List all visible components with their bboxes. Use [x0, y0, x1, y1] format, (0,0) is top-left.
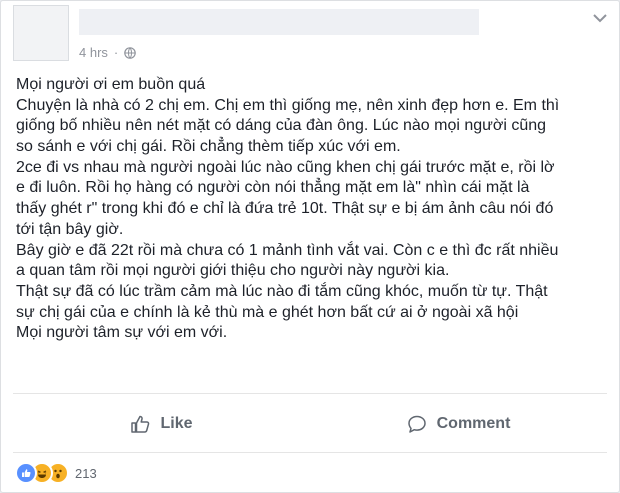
post-text-line: Bây giờ e đã 22t rồi mà chưa có 1 mảnh t…	[16, 241, 559, 259]
author-avatar[interactable]	[13, 5, 69, 61]
post-text-line: sự chị gái của e chính là kẻ thù mà e gh…	[16, 303, 519, 321]
reaction-count[interactable]: 213	[75, 466, 97, 481]
comment-button[interactable]: Comment	[310, 401, 607, 447]
reaction-summary[interactable]: 213	[15, 462, 97, 484]
post-text-line: Mọi người tâm sự với em với.	[16, 324, 228, 342]
post-text-line: tới tận bây giờ.	[16, 220, 124, 238]
post-meta: 4 hrs ·	[79, 45, 137, 60]
author-name-redacted[interactable]	[79, 9, 479, 35]
divider	[13, 452, 607, 453]
meta-separator: ·	[113, 45, 119, 60]
like-button[interactable]: Like	[13, 401, 310, 447]
divider	[13, 393, 607, 394]
post-text-line: Mọi người ơi em buồn quá	[16, 76, 206, 93]
post-text-line: Thật sự đã có lúc trầm cảm mà lúc nào đi…	[16, 282, 548, 300]
post-text-line: 2ce đi vs nhau mà người ngoài lúc nào cũ…	[16, 158, 555, 176]
like-reaction-icon	[15, 462, 37, 484]
post-actions: Like Comment	[13, 401, 607, 447]
like-label: Like	[160, 415, 193, 432]
thumbs-up-icon	[131, 415, 150, 433]
post-text-line: thấy ghét r" trong khi đó e chỉ là đứa t…	[16, 200, 554, 218]
post-text-line: Chuyện là nhà có 2 chị em. Chị em thì gi…	[16, 96, 560, 114]
chevron-down-icon[interactable]	[593, 13, 607, 23]
globe-icon[interactable]	[124, 46, 137, 59]
speech-bubble-icon	[407, 415, 426, 433]
post-text-line: so sánh e với chị gái. Rồi chẳng thèm ti…	[16, 138, 401, 156]
comment-label: Comment	[436, 415, 511, 432]
post-timestamp[interactable]: 4 hrs	[79, 45, 108, 60]
post-text-line: giống bố nhiều nên nét mặt có dáng của đ…	[16, 117, 547, 135]
post-card: 4 hrs · Mọi người ơi em buồn quá Chuyện l…	[0, 0, 620, 493]
post-text-line: a quan tâm rồi mọi người giới thiệu cho …	[16, 262, 450, 280]
post-body: Mọi người ơi em buồn quá Chuyện là nhà có…	[16, 75, 611, 344]
post-text-line: e đi luôn. Rồi họ hàng có người còn nói …	[16, 179, 530, 197]
